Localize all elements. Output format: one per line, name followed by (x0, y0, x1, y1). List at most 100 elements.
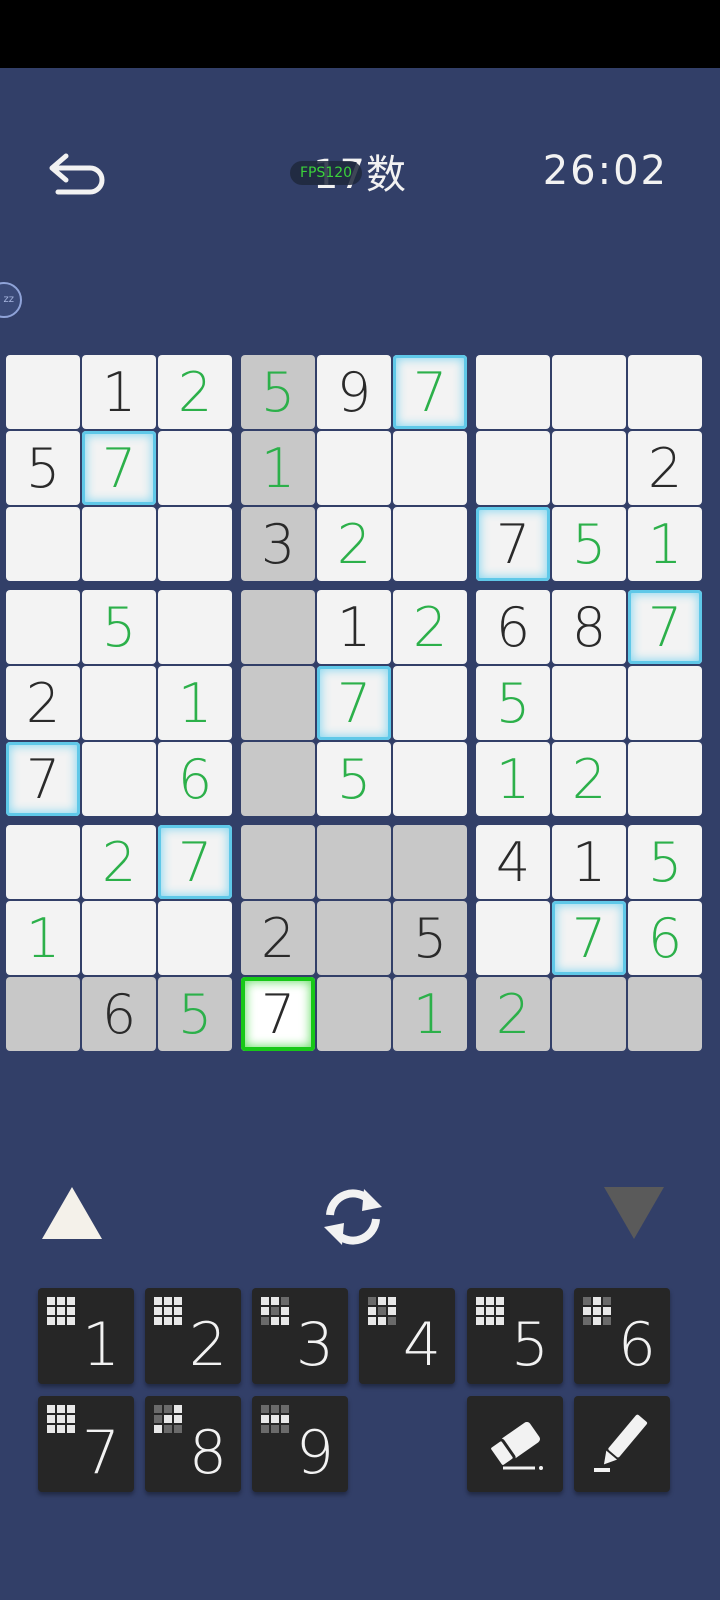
sudoku-cell[interactable]: 1 (82, 355, 156, 429)
sudoku-cell[interactable] (393, 666, 467, 740)
number-key-label: 2 (188, 1310, 227, 1380)
triangle-up-icon (42, 1187, 102, 1239)
sudoku-cell[interactable]: 5 (317, 742, 391, 816)
sudoku-cell[interactable]: 6 (158, 742, 232, 816)
refresh-button[interactable] (318, 1185, 388, 1253)
sudoku-cell[interactable]: 1 (6, 901, 80, 975)
sudoku-cell[interactable] (393, 742, 467, 816)
sudoku-cell[interactable] (393, 431, 467, 505)
header: 17数 FPS120 26:02 (0, 130, 720, 210)
sudoku-cell[interactable]: 5 (82, 590, 156, 664)
sudoku-cell[interactable]: 1 (476, 742, 550, 816)
sudoku-cell[interactable] (241, 666, 315, 740)
sudoku-cell[interactable] (82, 507, 156, 581)
sudoku-cell[interactable] (6, 825, 80, 899)
sudoku-cell[interactable]: 1 (241, 431, 315, 505)
sudoku-cell[interactable] (82, 666, 156, 740)
sudoku-cell[interactable]: 5 (6, 431, 80, 505)
sudoku-cell[interactable]: 2 (552, 742, 626, 816)
sudoku-cell[interactable] (393, 825, 467, 899)
sudoku-cell[interactable] (82, 742, 156, 816)
sudoku-cell[interactable]: 5 (552, 507, 626, 581)
eraser-button[interactable] (467, 1396, 563, 1492)
sudoku-cell[interactable]: 3 (241, 507, 315, 581)
sudoku-cell[interactable]: 1 (628, 507, 702, 581)
sudoku-cell[interactable]: 7 (476, 507, 550, 581)
sudoku-cell[interactable] (158, 507, 232, 581)
number-key-6[interactable]: 6 (574, 1288, 670, 1384)
sudoku-cell[interactable]: 7 (158, 825, 232, 899)
sudoku-cell[interactable]: 5 (393, 901, 467, 975)
sudoku-cell[interactable]: 1 (552, 825, 626, 899)
sudoku-cell[interactable] (158, 901, 232, 975)
sudoku-cell[interactable] (628, 666, 702, 740)
sudoku-cell[interactable] (552, 431, 626, 505)
sudoku-cell[interactable]: 6 (476, 590, 550, 664)
sudoku-cell[interactable] (158, 590, 232, 664)
sudoku-cell[interactable] (82, 901, 156, 975)
sudoku-cell[interactable] (552, 355, 626, 429)
sudoku-cell[interactable]: 8 (552, 590, 626, 664)
sudoku-cell[interactable] (241, 742, 315, 816)
sudoku-cell[interactable] (241, 590, 315, 664)
sudoku-cell[interactable] (552, 666, 626, 740)
sudoku-cell[interactable]: 7 (393, 355, 467, 429)
sudoku-cell[interactable] (158, 431, 232, 505)
sudoku-cell[interactable] (476, 901, 550, 975)
sudoku-cell[interactable]: 9 (317, 355, 391, 429)
number-key-7[interactable]: 7 (38, 1396, 134, 1492)
sudoku-cell[interactable]: 5 (158, 977, 232, 1051)
sudoku-cell[interactable]: 7 (317, 666, 391, 740)
selected-cell[interactable]: 7 (241, 977, 315, 1051)
sudoku-cell[interactable] (476, 355, 550, 429)
sudoku-cell[interactable]: 6 (628, 901, 702, 975)
sudoku-cell[interactable]: 2 (393, 590, 467, 664)
sudoku-cell[interactable]: 2 (6, 666, 80, 740)
sudoku-cell[interactable] (6, 590, 80, 664)
sudoku-cell[interactable]: 4 (476, 825, 550, 899)
sudoku-cell[interactable]: 7 (6, 742, 80, 816)
number-key-2[interactable]: 2 (145, 1288, 241, 1384)
sudoku-cell[interactable] (241, 825, 315, 899)
pencil-button[interactable] (574, 1396, 670, 1492)
sudoku-cell[interactable] (6, 977, 80, 1051)
floating-assist-button[interactable]: zz (0, 282, 22, 318)
number-key-5[interactable]: 5 (467, 1288, 563, 1384)
sudoku-cell[interactable]: 5 (476, 666, 550, 740)
number-key-1[interactable]: 1 (38, 1288, 134, 1384)
sudoku-cell[interactable]: 7 (628, 590, 702, 664)
number-key-9[interactable]: 9 (252, 1396, 348, 1492)
sudoku-cell[interactable]: 1 (158, 666, 232, 740)
sudoku-cell[interactable] (476, 431, 550, 505)
sudoku-cell[interactable] (317, 977, 391, 1051)
scroll-up-button[interactable] (40, 1185, 104, 1245)
sudoku-cell[interactable]: 2 (476, 977, 550, 1051)
sudoku-cell[interactable] (393, 507, 467, 581)
sudoku-cell[interactable]: 2 (241, 901, 315, 975)
sudoku-cell[interactable]: 1 (393, 977, 467, 1051)
sudoku-cell[interactable]: 2 (82, 825, 156, 899)
sudoku-cell[interactable] (317, 901, 391, 975)
sudoku-cell[interactable]: 5 (241, 355, 315, 429)
sudoku-cell[interactable] (6, 507, 80, 581)
sudoku-cell[interactable]: 2 (628, 431, 702, 505)
sudoku-cell[interactable]: 7 (552, 901, 626, 975)
mini-grid-icon (476, 1297, 504, 1325)
number-key-8[interactable]: 8 (145, 1396, 241, 1492)
sudoku-cell[interactable]: 2 (158, 355, 232, 429)
number-key-3[interactable]: 3 (252, 1288, 348, 1384)
sudoku-cell[interactable] (628, 977, 702, 1051)
sudoku-cell[interactable] (317, 825, 391, 899)
sudoku-cell[interactable]: 6 (82, 977, 156, 1051)
sudoku-cell[interactable] (6, 355, 80, 429)
sudoku-cell[interactable] (317, 431, 391, 505)
sudoku-cell[interactable]: 7 (82, 431, 156, 505)
sudoku-cell[interactable] (552, 977, 626, 1051)
sudoku-cell[interactable]: 5 (628, 825, 702, 899)
scroll-down-button[interactable] (602, 1185, 666, 1245)
sudoku-cell[interactable] (628, 355, 702, 429)
number-key-4[interactable]: 4 (359, 1288, 455, 1384)
sudoku-cell[interactable]: 2 (317, 507, 391, 581)
sudoku-cell[interactable] (628, 742, 702, 816)
sudoku-cell[interactable]: 1 (317, 590, 391, 664)
